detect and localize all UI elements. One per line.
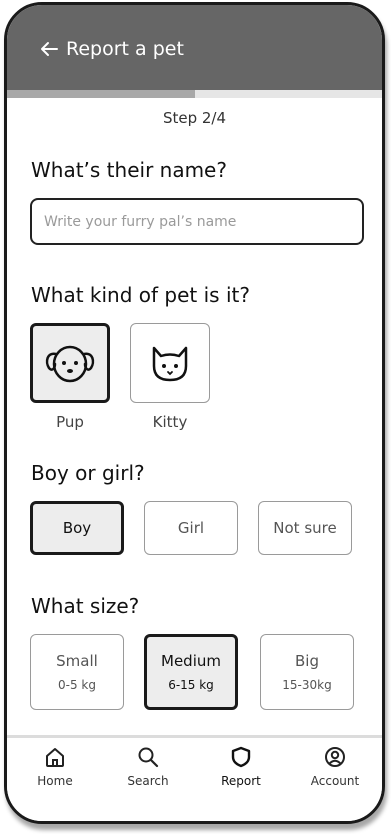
search-icon bbox=[138, 747, 159, 768]
arrow-left-icon bbox=[41, 42, 58, 56]
size-range-medium: 6-15 kg bbox=[168, 678, 214, 692]
gender-label-not-sure: Not sure bbox=[273, 519, 337, 537]
size-label-medium: Medium bbox=[161, 652, 221, 670]
pet-label-pup: Pup bbox=[56, 413, 84, 431]
pet-label-kitty: Kitty bbox=[152, 413, 188, 431]
pet-option-kitty[interactable] bbox=[130, 323, 210, 403]
progress-fill bbox=[7, 90, 195, 98]
account-icon bbox=[325, 747, 345, 767]
gender-option-boy[interactable]: Boy bbox=[30, 501, 124, 555]
back-button[interactable]: Report a pet bbox=[40, 38, 184, 60]
home-icon bbox=[46, 748, 64, 767]
size-range-small: 0-5 kg bbox=[58, 678, 96, 692]
progress-bar bbox=[7, 90, 382, 98]
gender-label-girl: Girl bbox=[177, 519, 205, 537]
nav-label-home: Home bbox=[37, 774, 73, 788]
size-option-medium[interactable]: Medium 6-15 kg bbox=[144, 634, 238, 710]
nav-item-report[interactable]: Report bbox=[201, 746, 281, 788]
size-label-big: Big bbox=[295, 652, 319, 670]
pet-option-pup[interactable] bbox=[30, 323, 110, 403]
dog-icon bbox=[45, 345, 95, 383]
nav-label-account: Account bbox=[310, 774, 360, 788]
nav-item-account[interactable]: Account bbox=[295, 746, 375, 788]
cat-icon bbox=[152, 346, 188, 382]
size-option-big[interactable]: Big 15-30kg bbox=[260, 634, 354, 710]
size-label-small: Small bbox=[56, 652, 98, 670]
nav-label-search: Search bbox=[127, 774, 169, 788]
gender-option-not-sure[interactable]: Not sure bbox=[258, 501, 352, 555]
phone-frame: Report a pet Step 2/4 What’s their name?… bbox=[4, 2, 385, 824]
size-option-small[interactable]: Small 0-5 kg bbox=[30, 634, 124, 710]
size-question: What size? bbox=[31, 594, 140, 618]
shield-icon bbox=[231, 746, 251, 768]
size-range-big: 15-30kg bbox=[282, 678, 332, 692]
nav-item-home[interactable]: Home bbox=[15, 746, 95, 788]
gender-question: Boy or girl? bbox=[31, 461, 145, 485]
app-header: Report a pet bbox=[7, 5, 382, 90]
step-indicator: Step 2/4 bbox=[162, 109, 227, 127]
bottom-nav: Home Search Report Account bbox=[7, 735, 382, 821]
gender-option-girl[interactable]: Girl bbox=[144, 501, 238, 555]
header-title: Report a pet bbox=[66, 38, 184, 60]
name-question: What’s their name? bbox=[31, 158, 227, 182]
pet-name-input[interactable] bbox=[30, 198, 364, 245]
nav-label-report: Report bbox=[221, 774, 261, 788]
gender-label-boy: Boy bbox=[62, 519, 92, 537]
nav-item-search[interactable]: Search bbox=[108, 746, 188, 788]
kind-question: What kind of pet is it? bbox=[31, 283, 250, 307]
